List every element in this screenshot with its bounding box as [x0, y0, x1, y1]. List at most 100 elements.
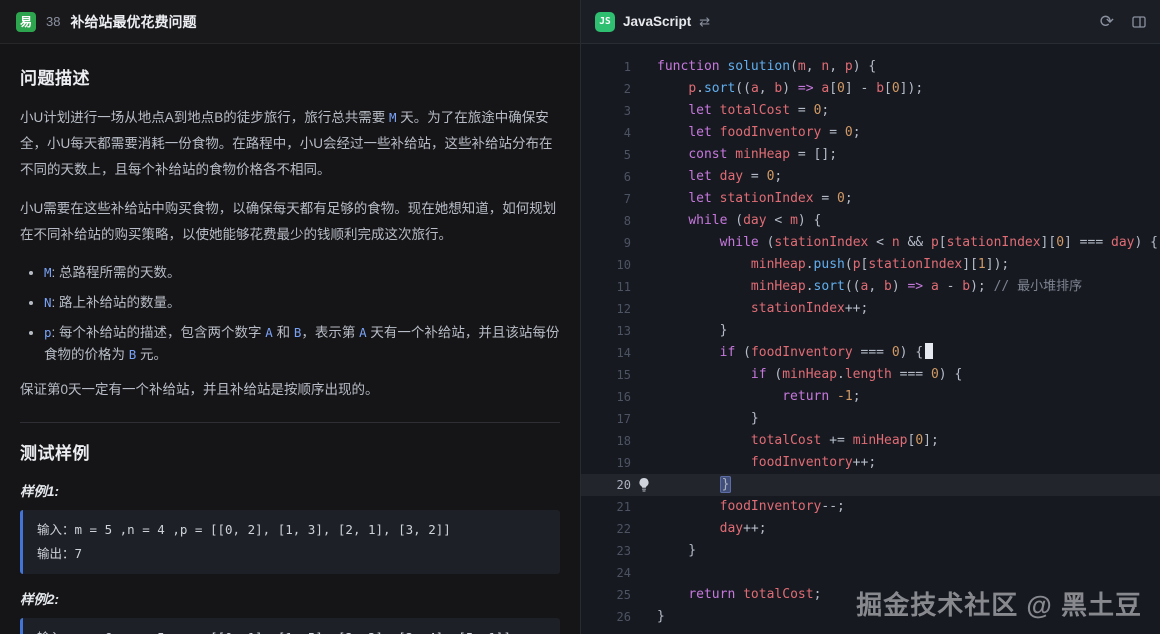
- gutter-space: [631, 408, 657, 430]
- line-number: 21: [581, 496, 631, 518]
- inline-code: M: [44, 265, 52, 280]
- code-line-10[interactable]: 10 minHeap.push(p[stationIndex][1]);: [581, 254, 1160, 276]
- gutter-space: [631, 496, 657, 518]
- code-text: while (stationIndex < n && p[stationInde…: [657, 232, 1158, 254]
- line-number: 5: [581, 144, 631, 166]
- sample-input: 输入：m = 5 ,n = 4 ,p = [[0, 2], [1, 3], [2…: [37, 518, 546, 542]
- code-line-21[interactable]: 21 foodInventory--;: [581, 496, 1160, 518]
- gutter-space: [631, 430, 657, 452]
- text-run: 小U需要在这些补给站中购买食物，以确保每天都有足够的食物。现在她想知道，如何规划…: [20, 201, 556, 242]
- line-number: 26: [581, 606, 631, 628]
- text-run: : 路上补给站的数量。: [52, 295, 181, 310]
- line-number: 18: [581, 430, 631, 452]
- difficulty-badge: 易: [16, 12, 36, 32]
- code-line-23[interactable]: 23 }: [581, 540, 1160, 562]
- code-line-3[interactable]: 3 let totalCost = 0;: [581, 100, 1160, 122]
- sample-code-block: 输入：m = 6 ,n = 5 ,p = [[0, 1], [1, 5], [2…: [20, 618, 560, 634]
- divider: [20, 422, 560, 423]
- app: 易 38 补给站最优花费问题 问题描述 小U计划进行一场从地点A到地点B的徒步旅…: [0, 0, 1160, 634]
- layout-toggle-icon[interactable]: [1132, 15, 1146, 29]
- gutter-space: [631, 78, 657, 100]
- description-paragraphs: 小U计划进行一场从地点A到地点B的徒步旅行，旅行总共需要 M 天。为了在旅途中确…: [20, 105, 560, 248]
- section-title-description: 问题描述: [20, 64, 560, 89]
- parameter-item: N: 路上补给站的数量。: [44, 292, 560, 314]
- gutter-space: [631, 210, 657, 232]
- code-line-9[interactable]: 9 while (stationIndex < n && p[stationIn…: [581, 232, 1160, 254]
- code-line-20[interactable]: 20 }: [581, 474, 1160, 496]
- code-text: while (day < m) {: [657, 210, 821, 232]
- code-line-25[interactable]: 25 return totalCost;: [581, 584, 1160, 606]
- code-text: if (minHeap.length === 0) {: [657, 364, 962, 386]
- code-line-15[interactable]: 15 if (minHeap.length === 0) {: [581, 364, 1160, 386]
- parameter-list: M: 总路程所需的天数。N: 路上补给站的数量。p: 每个补给站的描述，包含两个…: [20, 262, 560, 366]
- code-line-22[interactable]: 22 day++;: [581, 518, 1160, 540]
- code-text: }: [657, 540, 696, 562]
- code-text: stationIndex++;: [657, 298, 868, 320]
- code-line-8[interactable]: 8 while (day < m) {: [581, 210, 1160, 232]
- code-line-5[interactable]: 5 const minHeap = [];: [581, 144, 1160, 166]
- line-number: 11: [581, 276, 631, 298]
- gutter-space: [631, 518, 657, 540]
- line-number: 15: [581, 364, 631, 386]
- sample-input: 输入：m = 6 ,n = 5 ,p = [[0, 1], [1, 5], [2…: [37, 626, 546, 634]
- code-text: }: [657, 320, 727, 342]
- editor-header-actions: ⟳: [1100, 13, 1146, 30]
- text-run: 元。: [136, 347, 167, 362]
- code-line-17[interactable]: 17 }: [581, 408, 1160, 430]
- code-line-24[interactable]: 24: [581, 562, 1160, 584]
- line-number: 7: [581, 188, 631, 210]
- code-text: const minHeap = [];: [657, 144, 837, 166]
- text-run: : 总路程所需的天数。: [52, 265, 181, 280]
- problem-header: 易 38 补给站最优花费问题: [0, 0, 580, 44]
- code-line-2[interactable]: 2 p.sort((a, b) => a[0] - b[0]);: [581, 78, 1160, 100]
- parameter-item: M: 总路程所需的天数。: [44, 262, 560, 284]
- gutter-space: [631, 540, 657, 562]
- gutter-space: [631, 188, 657, 210]
- gutter-space: [631, 166, 657, 188]
- code-line-4[interactable]: 4 let foodInventory = 0;: [581, 122, 1160, 144]
- code-text: return totalCost;: [657, 584, 821, 606]
- sample-label: 样例2:: [20, 588, 560, 608]
- code-text: foodInventory++;: [657, 452, 876, 474]
- text-cursor: [925, 343, 933, 359]
- javascript-icon: JS: [595, 12, 615, 32]
- refresh-icon[interactable]: ⟳: [1100, 13, 1114, 30]
- sample-1: 样例1:输入：m = 5 ,n = 4 ,p = [[0, 2], [1, 3]…: [20, 480, 560, 574]
- code-text: let stationIndex = 0;: [657, 188, 853, 210]
- swap-language-icon[interactable]: ⇄: [699, 14, 710, 30]
- lightbulb-icon[interactable]: [631, 474, 657, 496]
- code-text: totalCost += minHeap[0];: [657, 430, 939, 452]
- code-text: let totalCost = 0;: [657, 100, 829, 122]
- code-line-12[interactable]: 12 stationIndex++;: [581, 298, 1160, 320]
- code-editor[interactable]: 1function solution(m, n, p) {2 p.sort((a…: [581, 44, 1160, 634]
- language-selector[interactable]: JS JavaScript ⇄: [595, 12, 710, 32]
- line-number: 13: [581, 320, 631, 342]
- code-line-13[interactable]: 13 }: [581, 320, 1160, 342]
- line-number: 9: [581, 232, 631, 254]
- code-text: function solution(m, n, p) {: [657, 56, 876, 78]
- code-text: }: [657, 408, 759, 430]
- code-line-7[interactable]: 7 let stationIndex = 0;: [581, 188, 1160, 210]
- problem-body: 问题描述 小U计划进行一场从地点A到地点B的徒步旅行，旅行总共需要 M 天。为了…: [0, 44, 580, 634]
- code-line-1[interactable]: 1function solution(m, n, p) {: [581, 56, 1160, 78]
- code-text: }: [657, 606, 665, 628]
- gutter-space: [631, 386, 657, 408]
- inline-code: A: [359, 325, 367, 340]
- line-number: 23: [581, 540, 631, 562]
- code-line-19[interactable]: 19 foodInventory++;: [581, 452, 1160, 474]
- code-text: day++;: [657, 518, 767, 540]
- line-number: 8: [581, 210, 631, 232]
- code-line-14[interactable]: 14 if (foodInventory === 0) {: [581, 342, 1160, 364]
- line-number: 3: [581, 100, 631, 122]
- code-line-6[interactable]: 6 let day = 0;: [581, 166, 1160, 188]
- code-line-26[interactable]: 26}: [581, 606, 1160, 628]
- guarantee-note: 保证第0天一定有一个补给站，并且补给站是按顺序出现的。: [20, 378, 560, 402]
- code-line-18[interactable]: 18 totalCost += minHeap[0];: [581, 430, 1160, 452]
- gutter-space: [631, 232, 657, 254]
- code-line-11[interactable]: 11 minHeap.sort((a, b) => a - b); // 最小堆…: [581, 276, 1160, 298]
- text-run: ，表示第: [301, 325, 359, 340]
- text-run: 小U计划进行一场从地点A到地点B的徒步旅行，旅行总共需要: [20, 110, 389, 125]
- line-number: 12: [581, 298, 631, 320]
- code-line-16[interactable]: 16 return -1;: [581, 386, 1160, 408]
- sample-output: 输出：7: [37, 542, 546, 566]
